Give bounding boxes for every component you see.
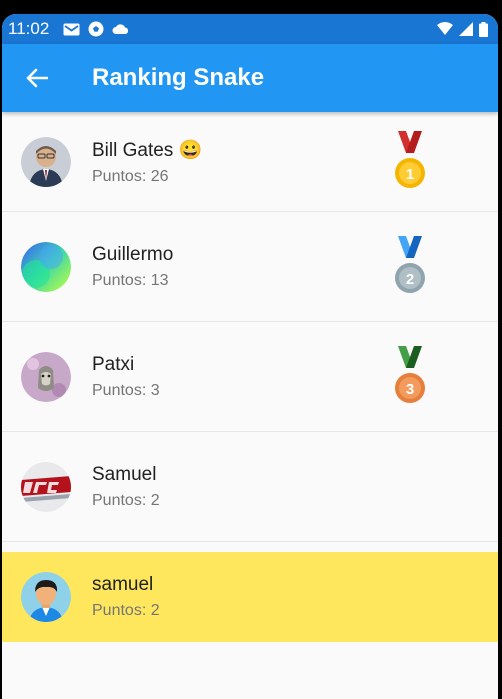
avatar	[21, 572, 71, 622]
back-button[interactable]	[2, 44, 72, 112]
avatar	[21, 351, 71, 402]
avatar	[21, 136, 71, 187]
battery-icon	[479, 21, 488, 37]
status-bar: 11:02	[2, 14, 498, 44]
svg-text:2: 2	[406, 271, 414, 288]
ranking-row[interactable]: Patxi Puntos: 3 3	[2, 322, 498, 432]
ranking-row[interactable]: Samuel Puntos: 2	[2, 432, 498, 542]
gold-medal-icon: 1	[395, 130, 425, 188]
player-points: Puntos: 13	[92, 271, 169, 289]
player-points: Puntos: 3	[92, 381, 160, 399]
avatar	[21, 241, 71, 292]
app-bar: Ranking Snake	[2, 44, 498, 112]
player-points: Puntos: 2	[92, 602, 160, 619]
player-name: Guillermo	[92, 243, 174, 265]
silver-medal-icon: 2	[395, 235, 425, 293]
wifi-icon	[437, 22, 453, 35]
device-frame: 11:02 Ranking Snake Bill Gates 😀 Puntos:…	[0, 0, 502, 699]
player-name: Patxi	[92, 353, 135, 375]
player-name: Samuel	[92, 463, 157, 485]
ranking-row-current-user[interactable]: samuel Puntos: 2	[2, 552, 498, 642]
signal-icon	[459, 22, 473, 36]
status-time: 11:02	[8, 19, 50, 38]
player-name: Bill Gates 😀	[92, 139, 203, 161]
svg-text:3: 3	[406, 381, 414, 398]
ranking-list: Bill Gates 😀 Puntos: 26 1 Guillermo Punt…	[2, 112, 498, 642]
avatar	[21, 461, 71, 512]
player-points: Puntos: 26	[92, 167, 169, 185]
soccer-ball-icon	[88, 21, 104, 37]
bronze-medal-icon: 3	[395, 345, 425, 403]
arrow-back-icon	[26, 68, 48, 88]
app-screen: 11:02 Ranking Snake Bill Gates 😀 Puntos:…	[2, 14, 498, 699]
player-name: samuel	[92, 574, 154, 595]
player-points: Puntos: 2	[92, 491, 160, 509]
svg-text:1: 1	[406, 166, 414, 183]
ranking-row[interactable]: Guillermo Puntos: 13 2	[2, 212, 498, 322]
mail-icon	[63, 23, 80, 35]
page-title: Ranking Snake	[92, 64, 265, 91]
cloud-icon	[112, 24, 129, 34]
ranking-row[interactable]: Bill Gates 😀 Puntos: 26 1	[2, 112, 498, 212]
